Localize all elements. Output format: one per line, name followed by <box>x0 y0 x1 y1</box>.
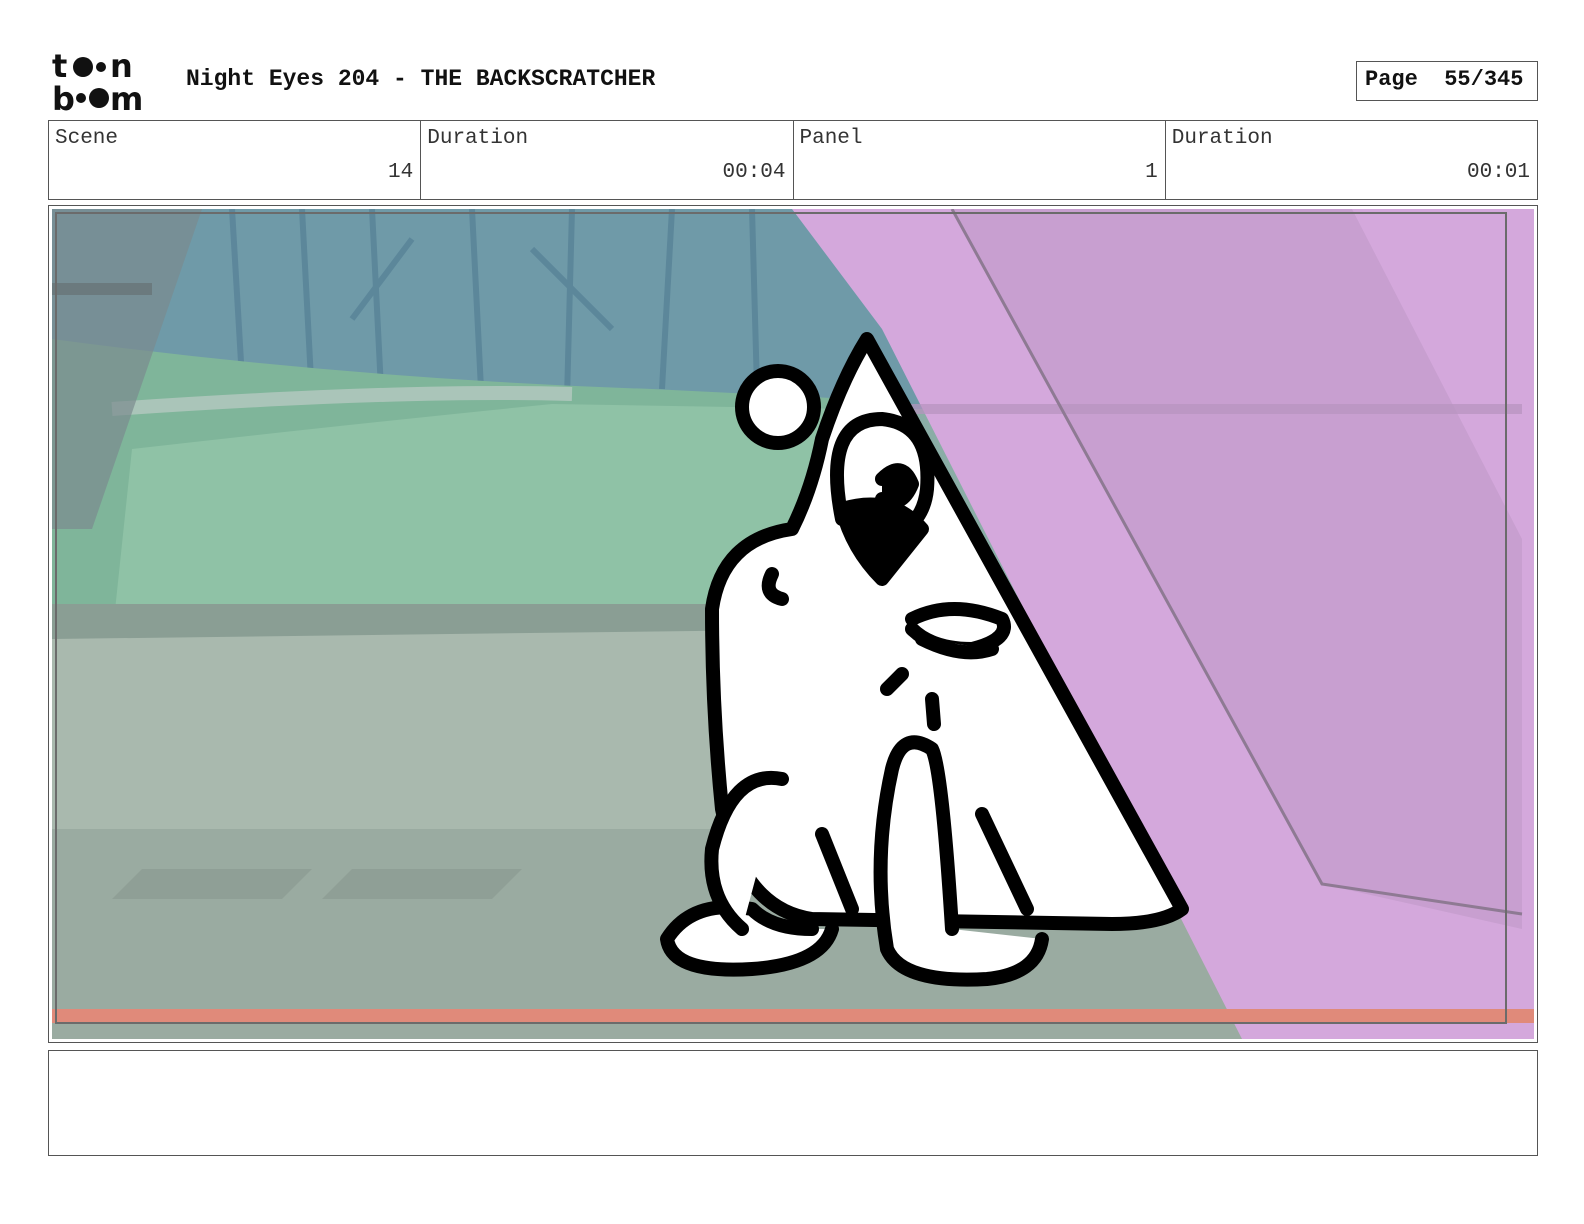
panel-duration-value: 00:01 <box>1466 161 1530 184</box>
scene-info-row: Scene 14 Duration 00:04 Panel 1 Duration… <box>48 120 1538 200</box>
panel-label: Panel <box>799 127 863 150</box>
scene-label: Scene <box>55 127 119 150</box>
svg-text:b: b <box>52 80 75 112</box>
panel-duration-cell: Duration 00:01 <box>1166 121 1537 199</box>
storyboard-panel <box>48 205 1538 1043</box>
panel-cell: Panel 1 <box>794 121 1166 199</box>
panel-number: 1 <box>1145 161 1158 184</box>
scene-duration-value: 00:04 <box>722 161 786 184</box>
page-label: Page <box>1365 67 1418 92</box>
scene-cell: Scene 14 <box>49 121 422 199</box>
toonboom-logo: t n b m <box>52 50 143 112</box>
safe-area-line <box>52 1009 1534 1023</box>
page-number: 55/345 <box>1444 67 1524 92</box>
panel-duration-label: Duration <box>1171 127 1273 150</box>
scene-number: 14 <box>388 161 414 184</box>
document-title: Night Eyes 204 - THE BACKSCRATCHER <box>186 66 656 92</box>
scene-duration-cell: Duration 00:04 <box>421 121 794 199</box>
panel-notes-box[interactable] <box>48 1050 1538 1156</box>
scene-duration-label: Duration <box>427 127 529 150</box>
page-indicator: Page 55/345 <box>1356 61 1538 101</box>
svg-text:m: m <box>110 80 143 112</box>
panel-illustration <box>52 209 1534 1039</box>
